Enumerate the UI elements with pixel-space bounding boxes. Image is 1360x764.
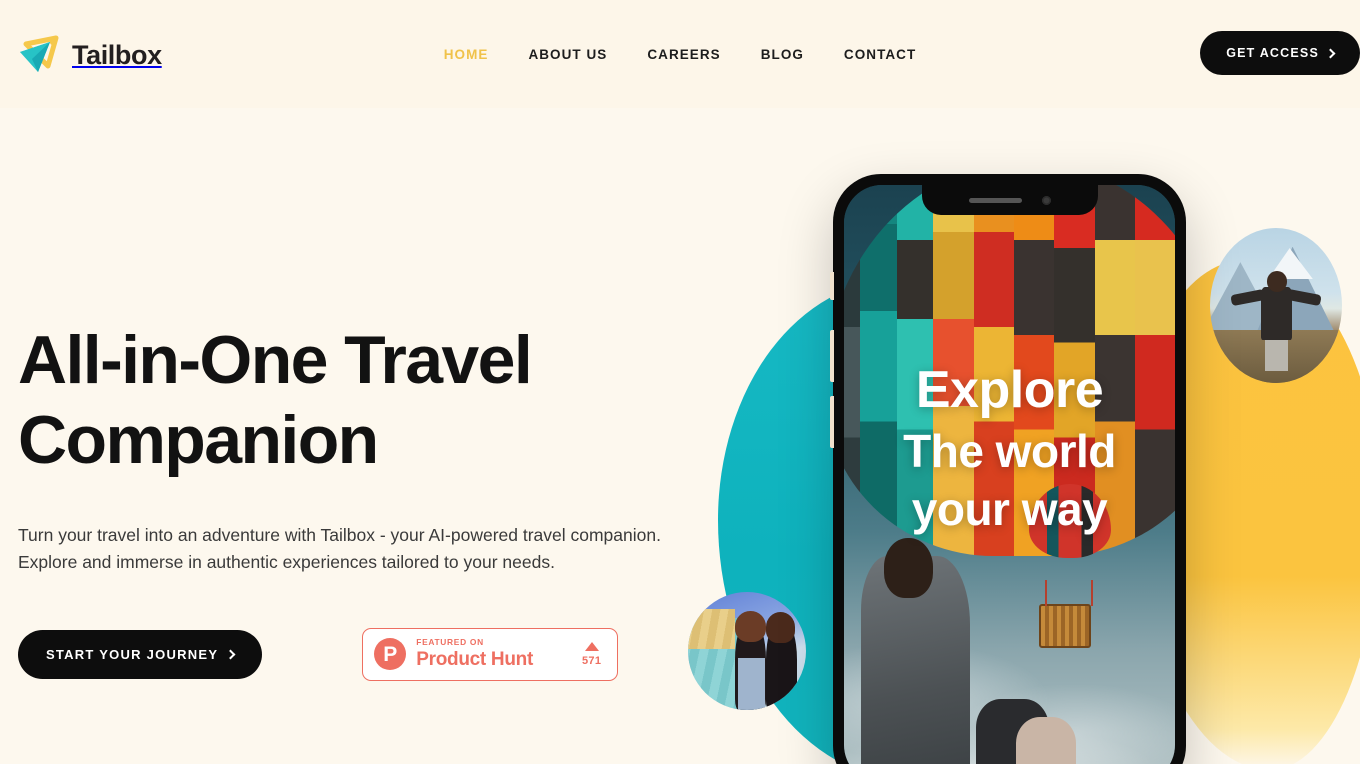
hero-content: All-in-One Travel Companion Turn your tr…: [18, 320, 718, 681]
landing-page: Tailbox HOME ABOUT US CAREERS BLOG CONTA…: [0, 0, 1360, 764]
hero-visual: Explore The world your way: [680, 108, 1360, 764]
get-access-label: GET ACCESS: [1226, 46, 1319, 60]
photo-traveler-head: [1266, 271, 1287, 292]
tailbox-paperplane-logo-icon: [16, 32, 62, 78]
phone-silent-switch[interactable]: [830, 272, 834, 300]
photo-traveler-body: [1261, 286, 1292, 340]
phone-screen-headline: Explore The world your way: [844, 364, 1175, 532]
page-title: All-in-One Travel Companion: [18, 320, 638, 480]
chevron-right-icon: [225, 649, 236, 660]
screen-headline-line-3: your way: [911, 483, 1108, 536]
nav-link-blog[interactable]: BLOG: [761, 47, 804, 62]
hero-title-line-1: All-in-One Travel: [18, 322, 533, 398]
mountain-traveler-circle-photo: [1210, 228, 1342, 383]
photo-person-two-hair: [765, 612, 796, 643]
nav-link-about-us[interactable]: ABOUT US: [528, 47, 607, 62]
screen-headline-line-1: Explore: [915, 361, 1104, 420]
photo-person-one-jeans: [737, 658, 765, 710]
hero-subtitle: Turn your travel into an adventure with …: [18, 525, 661, 573]
screen-person-middle-two: [1016, 717, 1076, 764]
phone-speaker-icon: [968, 197, 1022, 203]
start-your-journey-button[interactable]: START YOUR JOURNEY: [18, 629, 263, 679]
screen-headline-line-2: The world: [903, 425, 1116, 478]
product-hunt-upvote-count: 571: [582, 654, 602, 667]
brand-logo-link[interactable]: Tailbox: [16, 32, 162, 78]
triangle-up-icon: [584, 641, 599, 651]
nav-link-home[interactable]: HOME: [444, 47, 489, 62]
hero-cta-row: START YOUR JOURNEY FEATURED ON Product H…: [18, 627, 718, 681]
product-hunt-p-icon: [374, 638, 407, 671]
phone-notch: [921, 185, 1098, 215]
phone-front-camera-icon: [1041, 195, 1051, 205]
photo-person-one-hair: [735, 610, 766, 642]
product-hunt-name: Product Hunt: [416, 648, 533, 670]
phone-volume-down-button[interactable]: [830, 396, 834, 448]
nav-link-careers[interactable]: CAREERS: [647, 47, 720, 62]
phone-screen: Explore The world your way: [844, 185, 1175, 764]
phone-mockup: Explore The world your way: [830, 174, 1186, 764]
product-hunt-featured-label: FEATURED ON: [416, 637, 484, 648]
get-access-button[interactable]: GET ACCESS: [1200, 31, 1360, 75]
nav-links: HOME ABOUT US CAREERS BLOG CONTACT: [0, 0, 1360, 108]
top-navigation-bar: Tailbox HOME ABOUT US CAREERS BLOG CONTA…: [0, 0, 1360, 108]
product-hunt-text: FEATURED ON Product Hunt: [416, 638, 533, 670]
product-hunt-badge[interactable]: FEATURED ON Product Hunt 571: [362, 627, 619, 681]
brand-name: Tailbox: [72, 39, 162, 70]
phone-volume-up-button[interactable]: [830, 330, 834, 382]
product-hunt-upvotes: 571: [582, 641, 606, 667]
chevron-right-icon: [1325, 48, 1336, 58]
hero-title-line-2: Companion: [18, 402, 379, 479]
balloon-basket-graphic: [1039, 579, 1094, 648]
photo-traveler-legs: [1265, 336, 1288, 371]
nav-link-contact[interactable]: CONTACT: [844, 47, 916, 62]
start-your-journey-label: START YOUR JOURNEY: [46, 646, 219, 662]
screen-person-left-head: [883, 537, 934, 598]
